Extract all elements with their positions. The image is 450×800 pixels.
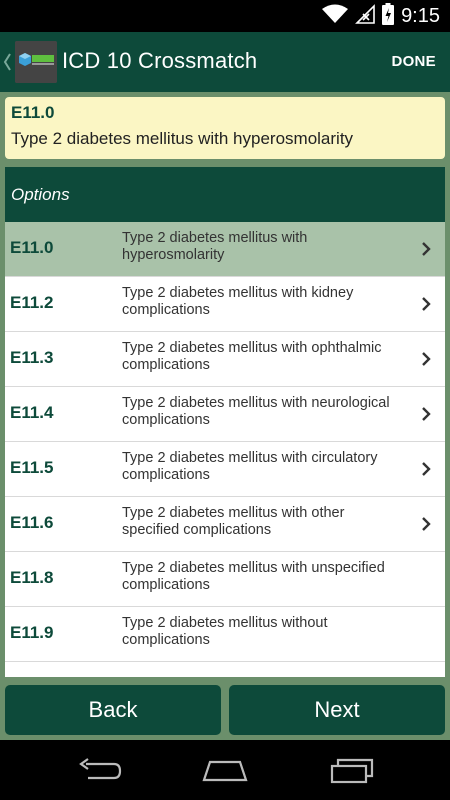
option-description: Type 2 diabetes mellitus with neurologic… (122, 395, 390, 428)
option-row[interactable]: E11.2 Type 2 diabetes mellitus with kidn… (5, 277, 445, 332)
chevron-right-icon (421, 516, 431, 537)
selected-description: Type 2 diabetes mellitus with hyperosmol… (11, 129, 354, 148)
option-row[interactable]: E11.0 Type 2 diabetes mellitus with hype… (5, 222, 445, 277)
chevron-right-icon (421, 461, 431, 482)
option-description: Type 2 diabetes mellitus with kidney com… (122, 285, 354, 318)
option-code: E11.5 (10, 458, 54, 477)
option-description: Type 2 diabetes mellitus with circulator… (122, 450, 378, 483)
option-row[interactable]: E11.3 Type 2 diabetes mellitus with opht… (5, 332, 445, 387)
status-bar: 9:15 (0, 0, 450, 32)
app-logo[interactable] (15, 41, 57, 83)
option-description: Type 2 diabetes mellitus with ophthalmic… (122, 340, 382, 373)
selected-code: E11.0 (11, 103, 55, 122)
back-nav-icon[interactable] (78, 758, 122, 787)
main-content: E11.0 Type 2 diabetes mellitus with hype… (0, 92, 450, 740)
option-code: E11.8 (10, 568, 54, 587)
option-row[interactable]: E11.5 Type 2 diabetes mellitus with circ… (5, 442, 445, 497)
option-description: Type 2 diabetes mellitus without complic… (122, 615, 328, 648)
option-row[interactable]: E11.8 Type 2 diabetes mellitus with unsp… (5, 552, 445, 607)
status-time: 9:15 (401, 4, 440, 27)
app-title: ICD 10 Crossmatch (62, 48, 258, 73)
option-description: Type 2 diabetes mellitus with other spec… (122, 505, 345, 538)
chevron-right-icon (421, 351, 431, 372)
option-code: E11.3 (10, 348, 54, 367)
option-code: E11.2 (10, 293, 54, 312)
back-button[interactable]: Back (5, 685, 221, 735)
next-button[interactable]: Next (229, 685, 445, 735)
battery-icon (382, 2, 395, 30)
options-header: Options (5, 167, 445, 222)
system-nav-bar (0, 740, 450, 800)
option-code: E11.6 (10, 513, 54, 532)
wifi-icon (322, 4, 349, 29)
option-description: Type 2 diabetes mellitus with hyperosmol… (122, 230, 308, 263)
chevron-right-icon (421, 241, 431, 262)
no-signal-icon (355, 3, 375, 29)
home-nav-icon[interactable] (202, 758, 248, 787)
option-row[interactable]: E11.4 Type 2 diabetes mellitus with neur… (5, 387, 445, 442)
done-button[interactable]: DONE (391, 53, 436, 70)
option-code: E11.0 (10, 238, 54, 257)
option-code: E11.4 (10, 403, 54, 422)
recent-apps-icon[interactable] (330, 758, 374, 789)
chevron-right-icon (421, 296, 431, 317)
selected-code-box: E11.0 Type 2 diabetes mellitus with hype… (5, 97, 445, 159)
option-row[interactable]: E11.6 Type 2 diabetes mellitus with othe… (5, 497, 445, 552)
option-code: E11.9 (10, 623, 54, 642)
app-bar: ICD 10 Crossmatch DONE (0, 32, 450, 92)
option-row[interactable]: E11.9 Type 2 diabetes mellitus without c… (5, 607, 445, 662)
option-description: Type 2 diabetes mellitus with unspecifie… (122, 560, 385, 593)
chevron-right-icon (421, 406, 431, 427)
options-list: Options E11.0 Type 2 diabetes mellitus w… (5, 167, 445, 677)
up-chevron-icon[interactable] (2, 50, 12, 79)
